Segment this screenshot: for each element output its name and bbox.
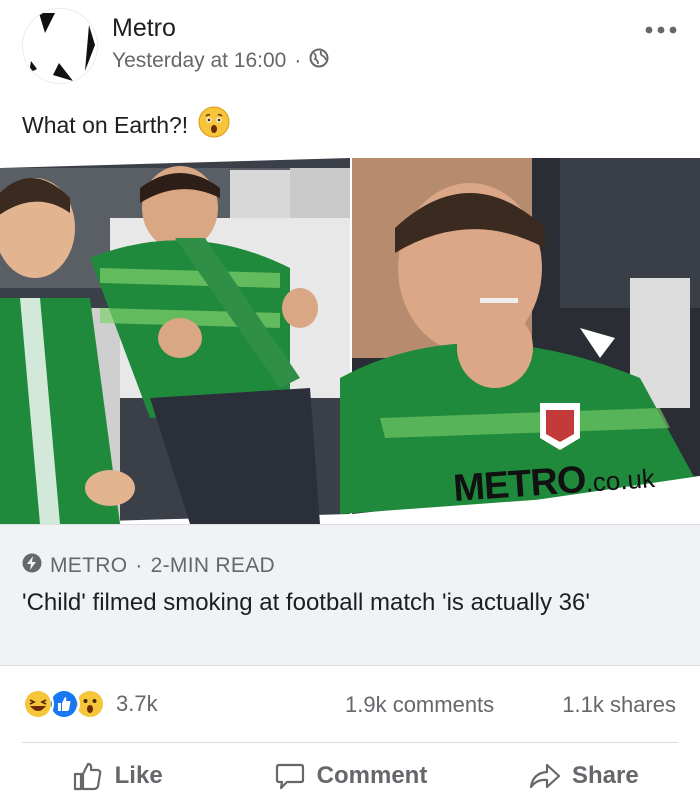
comment-bubble-icon (275, 763, 304, 789)
comment-label: Comment (316, 761, 428, 789)
haha-reaction-icon (22, 688, 54, 720)
reaction-count: 3.7k (116, 691, 158, 716)
shares-count[interactable]: 1.1k shares (562, 692, 676, 718)
like-label: Like (114, 761, 163, 789)
link-source: METRO (50, 554, 128, 577)
share-label: Share (571, 761, 639, 789)
post-message: What on Earth?! (22, 111, 189, 138)
share-button[interactable]: Share (467, 743, 700, 808)
post-actions: Like Comment Share (0, 743, 700, 808)
post-media-image[interactable]: METRO .co.uk (0, 158, 700, 524)
like-button[interactable]: Like (0, 743, 233, 808)
link-read-time: 2-MIN READ (150, 554, 275, 577)
watermark-domain: .co.uk (584, 463, 656, 498)
comments-count[interactable]: 1.9k comments (345, 692, 494, 718)
link-separator: · (135, 554, 143, 577)
reactions-summary[interactable]: 3.7k (22, 688, 158, 720)
left-photo (0, 158, 350, 524)
page-avatar[interactable] (22, 8, 98, 84)
post-timestamp[interactable]: Yesterday at 16:00 (112, 49, 286, 73)
more-horizontal-icon (645, 26, 677, 34)
link-source-line: METRO · 2-MIN READ (22, 553, 275, 579)
post-meta: Yesterday at 16:00 · (112, 48, 329, 74)
meta-separator: · (294, 49, 302, 72)
more-options-button[interactable] (644, 20, 678, 40)
watermark-brand: METRO (452, 458, 587, 511)
page-name[interactable]: Metro (112, 14, 176, 43)
astonished-face-emoji (198, 106, 230, 144)
globe-icon (309, 48, 329, 74)
thumbs-up-icon (73, 762, 101, 790)
lightning-bolt-icon (22, 553, 42, 579)
post-stats: 3.7k 1.9k comments 1.1k shares (0, 668, 700, 742)
link-title[interactable]: 'Child' filmed smoking at football match… (22, 587, 682, 619)
post-header: Metro Yesterday at 16:00 · (0, 0, 700, 96)
comment-button[interactable]: Comment (233, 743, 466, 808)
post-text: What on Earth?! (22, 106, 230, 144)
share-arrow-icon (529, 763, 561, 788)
link-preview[interactable]: METRO · 2-MIN READ 'Child' filmed smokin… (0, 524, 700, 666)
